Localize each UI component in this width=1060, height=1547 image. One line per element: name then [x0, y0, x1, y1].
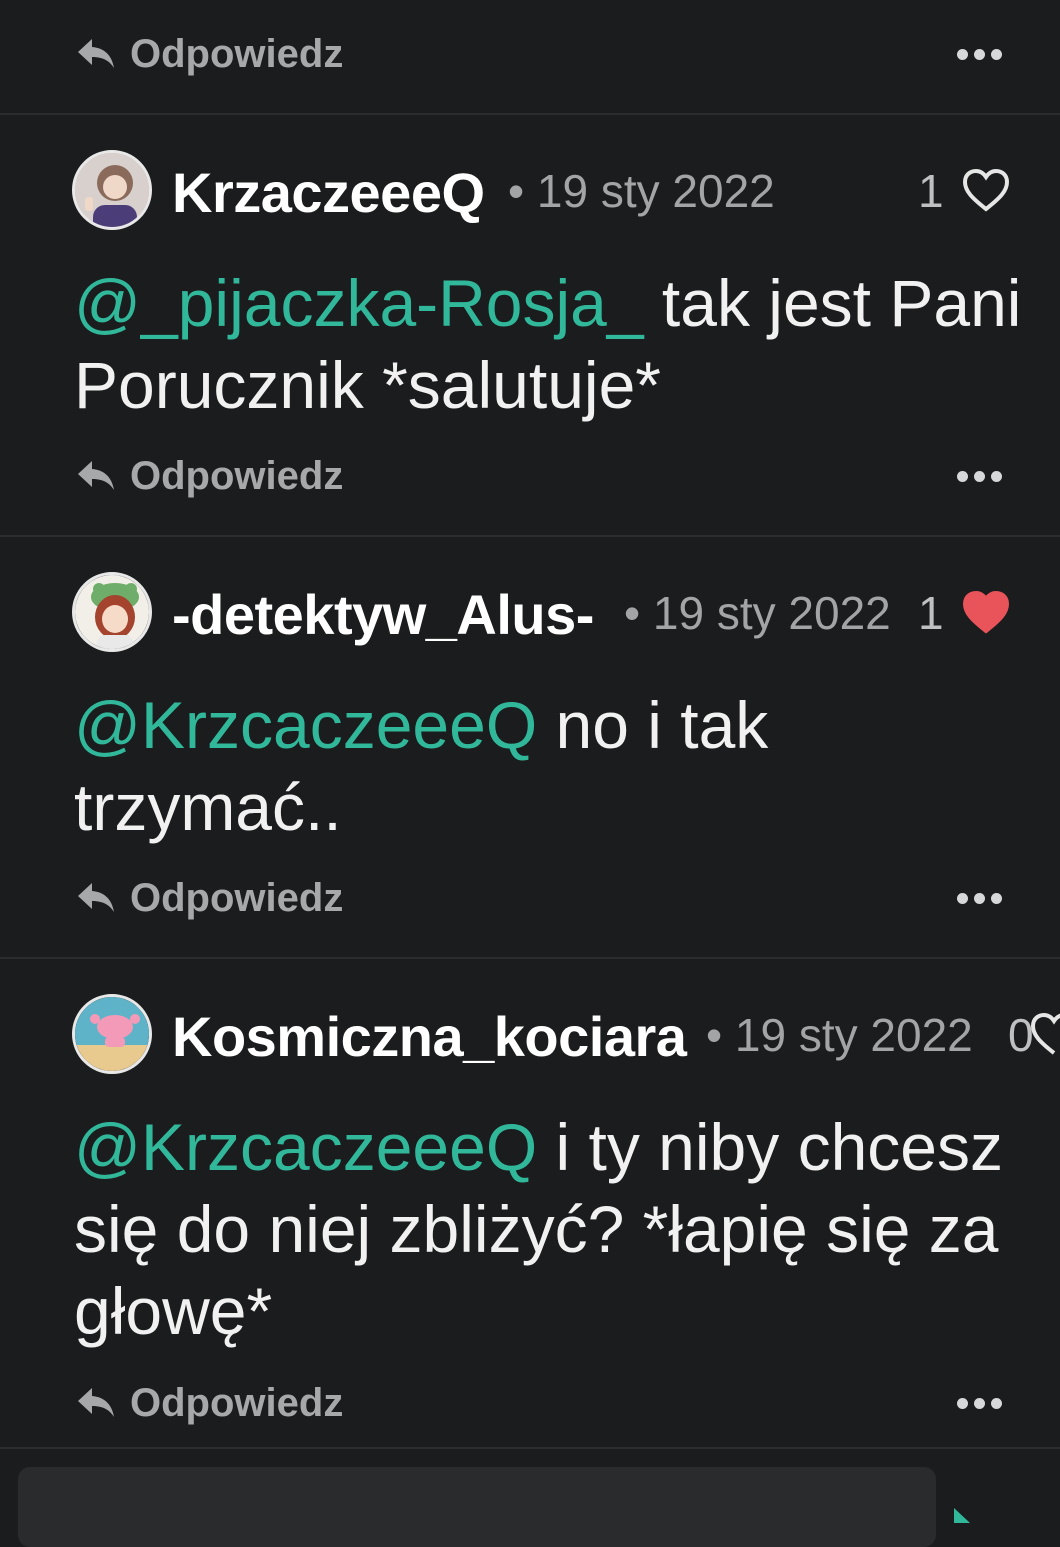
comment-text: @KrzcaczeeeQ no i tak trzymać..	[74, 688, 769, 844]
comment-text: @KrzcaczeeeQ i ty niby chcesz się do nie…	[74, 1110, 1004, 1348]
comment-date: • 19 sty 2022	[508, 165, 775, 217]
user-mention[interactable]: @_pijaczka-Rosja_	[74, 266, 644, 340]
username[interactable]: -detektyw_Alus-	[172, 582, 594, 647]
like-count: 1	[918, 165, 944, 217]
comment-text: @_pijaczka-Rosja_ tak jest Pani Poruczni…	[74, 266, 1022, 422]
heart-icon[interactable]	[962, 168, 1010, 212]
avatar[interactable]	[72, 572, 152, 652]
username[interactable]: Kosmiczna_kociara	[172, 1004, 687, 1069]
dot	[957, 470, 968, 482]
comment-header: KrzaczeeeQ • 19 sty 2022 1	[0, 150, 1060, 230]
dot	[974, 470, 985, 482]
heart-icon[interactable]	[1030, 1012, 1060, 1056]
reply-arrow-icon	[78, 883, 114, 912]
dot	[991, 48, 1002, 60]
dot	[957, 892, 968, 904]
divider	[0, 957, 1060, 959]
reply-button[interactable]: Odpowiedz	[76, 876, 343, 921]
reply-button[interactable]: Odpowiedz	[76, 1381, 343, 1426]
comment-actions: Odpowiedz	[0, 446, 1060, 506]
dot	[991, 470, 1002, 482]
dot	[974, 892, 985, 904]
divider	[0, 535, 1060, 537]
user-mention[interactable]: @KrzcaczeeeQ	[74, 1110, 537, 1184]
heart-filled-icon[interactable]	[962, 590, 1010, 634]
avatar[interactable]	[72, 994, 152, 1074]
comment-actions: Odpowiedz	[0, 1373, 1060, 1433]
avatar-image-icon	[75, 997, 149, 1071]
comment-actions: Odpowiedz	[0, 24, 1060, 84]
send-icon[interactable]	[940, 1500, 980, 1523]
comment-actions: Odpowiedz	[0, 868, 1060, 928]
user-mention[interactable]: @KrzcaczeeeQ	[74, 688, 537, 762]
dot	[957, 1397, 968, 1409]
avatar[interactable]	[72, 150, 152, 230]
dot	[991, 892, 1002, 904]
avatar-image-icon	[75, 153, 149, 227]
dot	[974, 48, 985, 60]
dot	[991, 1397, 1002, 1409]
more-options-button[interactable]	[957, 470, 1002, 482]
comment-header: -detektyw_Alus- • 19 sty 2022 1	[0, 572, 1060, 652]
dot	[957, 48, 968, 60]
more-options-button[interactable]	[957, 1397, 1002, 1409]
reply-button[interactable]: Odpowiedz	[76, 32, 343, 77]
reply-arrow-icon	[78, 461, 114, 490]
more-options-button[interactable]	[957, 48, 1002, 60]
reply-arrow-icon	[78, 39, 114, 68]
comment-header: Kosmiczna_kociara • 19 sty 2022 0	[0, 994, 1060, 1074]
comment-date: • 19 sty 2022	[624, 587, 891, 639]
divider	[0, 113, 1060, 115]
comment-date: • 19 sty 2022	[706, 1009, 973, 1061]
more-options-button[interactable]	[957, 892, 1002, 904]
username[interactable]: KrzaczeeeQ	[172, 160, 485, 225]
dot	[974, 1397, 985, 1409]
reply-button[interactable]: Odpowiedz	[76, 454, 343, 499]
avatar-image-icon	[75, 575, 149, 649]
reply-arrow-icon	[78, 1388, 114, 1417]
like-count: 1	[918, 587, 944, 639]
comment-input[interactable]	[18, 1467, 936, 1547]
divider	[0, 1447, 1060, 1449]
